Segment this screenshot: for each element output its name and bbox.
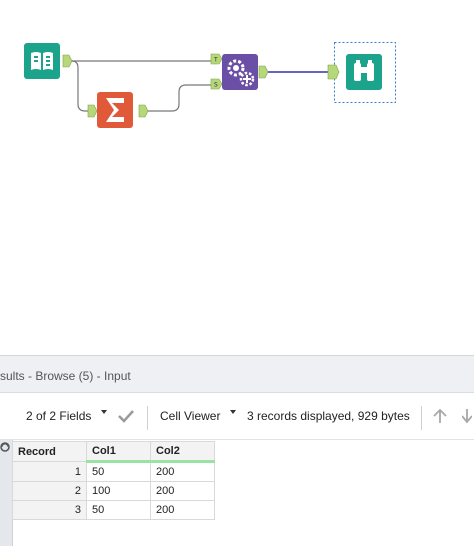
results-grid: Record Col1 Col2 1 50 200 2 100 200 3 50… (12, 441, 215, 520)
results-title-bar: sults - Browse (5) - Input (0, 356, 474, 393)
grid-header-row: Record Col1 Col2 (12, 441, 215, 463)
cell-viewer-caret-icon[interactable] (230, 410, 236, 414)
record-number: 2 (12, 481, 87, 501)
fields-selector[interactable]: 2 of 2 Fields (26, 409, 91, 423)
results-toolbar: 2 of 2 Fields Cell Viewer 3 records disp… (0, 393, 474, 440)
cell-col2[interactable]: 200 (150, 481, 215, 501)
input-data-tool[interactable] (24, 43, 60, 79)
append-output-anchor[interactable] (258, 65, 269, 79)
cell-col1[interactable]: 100 (86, 481, 151, 501)
column-header-col1[interactable]: Col1 (86, 441, 151, 463)
cell-col1[interactable]: 50 (86, 500, 151, 520)
summarize-tool[interactable] (97, 92, 133, 128)
toolbar-separator (421, 406, 422, 430)
append-target-anchor-label: T (213, 57, 218, 64)
record-number: 3 (12, 500, 87, 520)
results-panel: sults - Browse (5) - Input 2 of 2 Fields… (0, 355, 474, 546)
record-number: 1 (12, 461, 87, 482)
summarize-input-anchor[interactable] (87, 104, 98, 118)
binoculars-icon (354, 60, 374, 81)
append-source-anchor-label: S (214, 82, 218, 89)
summarize-output-anchor[interactable] (138, 104, 149, 118)
cell-col1[interactable]: 50 (86, 461, 151, 482)
cell-col2[interactable]: 200 (150, 500, 215, 520)
column-header-col2[interactable]: Col2 (150, 441, 215, 463)
table-row[interactable]: 2 100 200 (12, 481, 215, 501)
arrow-up-icon[interactable] (433, 408, 447, 424)
connection-summarize-to-append (146, 84, 212, 112)
fields-dropdown-caret-icon[interactable] (101, 410, 107, 414)
browse-tool[interactable] (346, 54, 382, 90)
workflow-canvas[interactable]: T S (0, 0, 474, 355)
book-icon (31, 52, 53, 70)
cell-viewer-selector[interactable]: Cell Viewer (160, 409, 220, 423)
browse-input-anchor[interactable] (327, 64, 340, 80)
column-header-record[interactable]: Record (12, 441, 87, 462)
results-title: sults - Browse (5) - Input (0, 369, 131, 383)
sigma-icon (106, 98, 124, 122)
records-info: 3 records displayed, 929 bytes (247, 409, 410, 423)
cell-col2[interactable]: 200 (150, 461, 215, 482)
append-fields-tool[interactable] (222, 54, 258, 90)
toolbar-separator (147, 406, 148, 430)
connection-input-to-summarize (70, 60, 90, 112)
gears-icon (227, 59, 255, 87)
input-output-anchor[interactable] (62, 54, 73, 68)
checkmark-icon[interactable] (117, 409, 135, 423)
table-row[interactable]: 3 50 200 (12, 500, 215, 520)
arrow-down-icon[interactable] (462, 408, 472, 424)
table-row[interactable]: 1 50 200 (12, 461, 215, 482)
